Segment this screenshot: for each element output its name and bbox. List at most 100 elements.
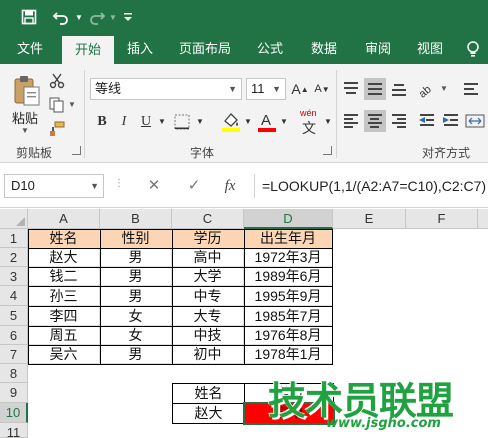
cut-icon[interactable] <box>48 72 66 90</box>
table-cell[interactable]: 女 <box>100 326 172 345</box>
help-bulb-icon[interactable] <box>466 41 480 62</box>
paste-dropdown-icon[interactable]: ▼ <box>21 126 29 135</box>
cancel-icon[interactable]: ✕ <box>140 174 168 198</box>
lookup-label-name[interactable]: 姓名 <box>172 383 245 404</box>
align-top-icon[interactable] <box>340 78 362 100</box>
save-icon[interactable] <box>18 6 40 28</box>
redo-icon[interactable] <box>86 6 108 28</box>
tab-formulas[interactable]: 公式 <box>250 34 290 64</box>
underline-icon[interactable]: U <box>136 110 156 134</box>
table-cell[interactable]: 大学 <box>172 267 244 286</box>
table-cell[interactable]: 吴六 <box>28 345 100 364</box>
italic-icon[interactable]: I <box>114 110 134 134</box>
decrease-font-icon[interactable]: A ▼ <box>312 78 332 100</box>
tab-view[interactable]: 视图 <box>410 34 450 64</box>
column-header-e[interactable]: E <box>333 209 406 229</box>
fill-color-dropdown-icon[interactable]: ▼ <box>242 110 254 134</box>
formula-input[interactable]: =LOOKUP(1,1/(A2:A7=C10),C2:C7) <box>262 174 486 198</box>
table-cell[interactable]: 男 <box>100 345 172 364</box>
table-cell[interactable]: 1972年3月 <box>244 248 333 267</box>
underline-dropdown-icon[interactable]: ▼ <box>156 110 168 134</box>
font-size-select[interactable]: 11 ▼ <box>246 78 286 100</box>
tab-file[interactable]: 文件 <box>8 34 52 64</box>
table-cell[interactable]: 孙三 <box>28 286 100 306</box>
phonetic-dropdown-icon[interactable]: ▼ <box>322 110 334 134</box>
copy-dropdown-icon[interactable]: ▼ <box>68 100 76 109</box>
row-header-9[interactable]: 9 <box>0 383 28 403</box>
table-cell[interactable]: 1976年8月 <box>244 326 333 345</box>
table-cell[interactable]: 高中 <box>172 248 244 267</box>
row-header-3[interactable]: 3 <box>0 267 28 286</box>
table-cell[interactable]: 女 <box>100 306 172 326</box>
wrap-text-icon[interactable] <box>460 78 482 100</box>
row-header-5[interactable]: 5 <box>0 306 28 326</box>
table-cell[interactable]: 1985年7月 <box>244 306 333 326</box>
align-bottom-icon[interactable] <box>388 78 410 100</box>
table-header-cell[interactable]: 出生年月 <box>244 229 333 248</box>
row-header-10[interactable]: 10 <box>0 403 28 423</box>
name-box[interactable]: D10 ▼ <box>4 174 104 198</box>
tab-data[interactable]: 数据 <box>304 34 344 64</box>
column-header-c[interactable]: C <box>172 209 244 229</box>
select-all-corner[interactable] <box>0 209 28 229</box>
column-header-d[interactable]: D <box>244 209 333 229</box>
row-header-6[interactable]: 6 <box>0 326 28 345</box>
font-launcher-icon[interactable] <box>323 146 332 155</box>
undo-icon[interactable] <box>50 6 72 28</box>
table-header-cell[interactable]: 性别 <box>100 229 172 248</box>
fill-color-icon[interactable] <box>220 110 242 134</box>
table-cell[interactable]: 男 <box>100 286 172 306</box>
tab-insert[interactable]: 插入 <box>120 34 160 64</box>
table-cell[interactable]: 大专 <box>172 306 244 326</box>
merge-center-icon[interactable] <box>464 110 486 132</box>
borders-icon[interactable] <box>172 112 192 132</box>
paste-button[interactable]: 粘贴 <box>12 108 38 127</box>
font-color-icon[interactable]: A <box>256 110 278 134</box>
align-middle-icon[interactable] <box>364 78 386 100</box>
font-name-select[interactable]: 等线 ▼ <box>90 78 242 100</box>
orientation-dropdown-icon[interactable]: ▼ <box>440 84 448 93</box>
borders-dropdown-icon[interactable]: ▼ <box>194 110 206 134</box>
table-cell[interactable]: 周五 <box>28 326 100 345</box>
table-header-cell[interactable]: 学历 <box>172 229 244 248</box>
row-header-7[interactable]: 7 <box>0 345 28 364</box>
column-header-b[interactable]: B <box>100 209 172 229</box>
row-header-4[interactable]: 4 <box>0 286 28 306</box>
table-cell[interactable]: 1995年9月 <box>244 286 333 306</box>
redo-dropdown-icon[interactable]: ▼ <box>108 6 118 28</box>
table-cell[interactable]: 1978年1月 <box>244 345 333 364</box>
lookup-name-input[interactable]: 赵大 <box>172 403 245 424</box>
table-cell[interactable]: 钱二 <box>28 267 100 286</box>
customize-qat-icon[interactable] <box>122 6 134 28</box>
formula-bar-grip-icon[interactable]: ⋮ <box>114 178 124 189</box>
column-header-f[interactable]: F <box>406 209 478 229</box>
table-cell[interactable]: 赵大 <box>28 248 100 267</box>
insert-function-icon[interactable]: fx <box>216 174 244 198</box>
increase-font-icon[interactable]: A ▲ <box>290 78 310 100</box>
row-header-8[interactable]: 8 <box>0 364 28 383</box>
bold-icon[interactable]: B <box>92 110 112 134</box>
table-cell[interactable]: 李四 <box>28 306 100 326</box>
row-header-2[interactable]: 2 <box>0 248 28 267</box>
tab-home[interactable]: 开始 <box>62 36 114 64</box>
format-painter-icon[interactable] <box>48 120 66 138</box>
table-cell[interactable]: 初中 <box>172 345 244 364</box>
table-cell[interactable]: 中专 <box>172 286 244 306</box>
clipboard-launcher-icon[interactable] <box>72 146 81 155</box>
align-center-icon[interactable] <box>364 110 386 132</box>
undo-dropdown-icon[interactable]: ▼ <box>73 6 85 28</box>
orientation-icon[interactable]: ab <box>416 78 438 100</box>
table-header-cell[interactable]: 姓名 <box>28 229 100 248</box>
table-cell[interactable]: 男 <box>100 267 172 286</box>
align-right-icon[interactable] <box>388 110 410 132</box>
tab-page-layout[interactable]: 页面布局 <box>172 34 238 64</box>
font-color-dropdown-icon[interactable]: ▼ <box>278 110 290 134</box>
row-header-11[interactable]: 11 <box>0 423 28 438</box>
copy-icon[interactable] <box>48 96 66 114</box>
enter-icon[interactable]: ✓ <box>180 174 208 198</box>
decrease-indent-icon[interactable] <box>416 110 438 132</box>
paste-icon[interactable] <box>12 74 42 108</box>
column-header-g[interactable] <box>478 209 488 229</box>
align-left-icon[interactable] <box>340 110 362 132</box>
table-cell[interactable]: 男 <box>100 248 172 267</box>
